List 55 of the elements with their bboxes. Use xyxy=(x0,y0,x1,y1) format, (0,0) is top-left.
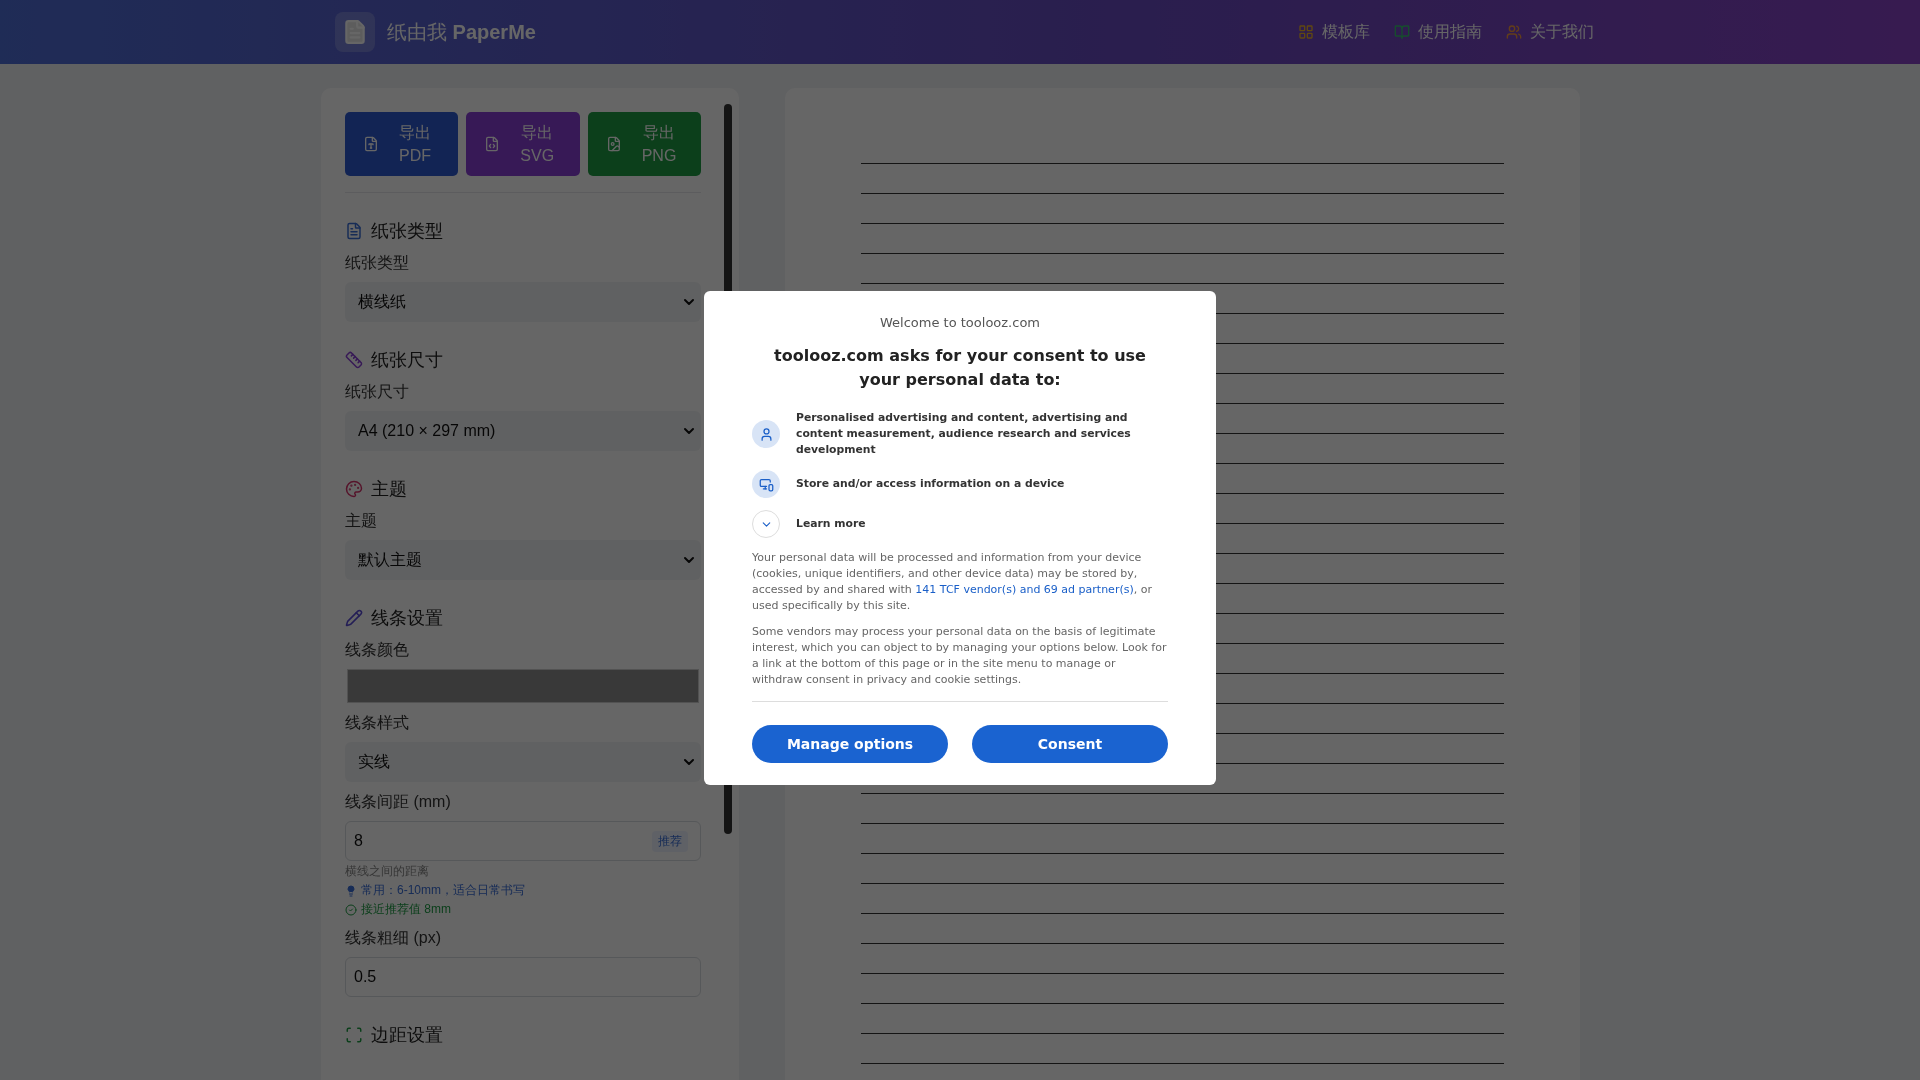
person-icon xyxy=(752,420,780,448)
manage-options-button[interactable]: Manage options xyxy=(752,725,948,763)
nav-link[interactable]: 模板库 xyxy=(1298,21,1370,43)
check-circle-icon xyxy=(345,903,357,916)
pencil-icon xyxy=(345,609,363,627)
field-label: 线条间距 (mm) xyxy=(345,792,452,812)
section-title: 线条设置 xyxy=(371,607,443,630)
file-icon xyxy=(345,222,363,240)
vendors-link[interactable]: 141 TCF vendor(s) and 69 ad partner(s) xyxy=(915,583,1134,596)
export-button[interactable]: 导出 SVG xyxy=(466,112,580,176)
ruler-icon xyxy=(345,351,363,369)
field-label: 纸张类型 xyxy=(345,253,410,273)
dialog-subtitle: Welcome to toolooz.com xyxy=(879,315,1041,330)
code-file-icon xyxy=(484,136,501,152)
field-label: 线条粗细 (px) xyxy=(345,928,442,948)
nav-link[interactable]: 使用指南 xyxy=(1394,21,1482,43)
export-button[interactable]: 导出 PNG xyxy=(587,112,701,176)
select-field[interactable]: 横线纸 xyxy=(345,282,701,322)
select-field[interactable]: 实线 xyxy=(345,742,701,782)
devices-icon xyxy=(752,470,780,498)
nav-link[interactable]: 关于我们 xyxy=(1506,21,1594,43)
export-button[interactable]: 导出 PDF xyxy=(345,112,459,176)
recommend-badge[interactable]: 推荐 xyxy=(652,830,688,852)
consent-paragraph: Your personal data will be processed and information from your device (cookies, unique identifiers, and other device data) may be stored by, accessed by and shared with 141 TCF vendor(s) and 69 ad partner(s), or used specifically by this site. xyxy=(752,550,1153,614)
learn-more-link[interactable]: Learn more xyxy=(796,516,866,532)
field-label: 线条颜色 xyxy=(345,640,410,660)
select-field[interactable]: A4 (210 × 297 mm) xyxy=(345,411,701,451)
expand-icon xyxy=(345,1026,363,1044)
pdf-file-icon xyxy=(363,136,379,152)
field-label: 线条样式 xyxy=(345,713,410,733)
field-label: 纸张尺寸 xyxy=(345,382,410,402)
field-label: 主题 xyxy=(345,511,378,531)
section-title: 主题 xyxy=(371,478,407,501)
section-title: 纸张尺寸 xyxy=(371,349,443,372)
grid-icon xyxy=(1298,24,1314,40)
hint-text: 接近推荐值 8mm xyxy=(361,901,451,918)
lightbulb-icon xyxy=(345,884,357,897)
color-swatch[interactable] xyxy=(347,669,699,703)
chevron-down-icon[interactable] xyxy=(752,510,780,538)
dialog-title: toolooz.com asks for your consent to use your personal data to: xyxy=(773,345,1147,391)
users-icon xyxy=(1506,24,1522,40)
select-field[interactable]: 默认主题 xyxy=(345,540,701,580)
section-title: 纸张类型 xyxy=(371,220,443,243)
consent-paragraph: Some vendors may process your personal data on the basis of legitimate interest, which you can object to by managing your options below. Look for a link at the bottom of this page or in the site menu to manage or withdraw consent in privacy and cookie settings. xyxy=(752,624,1168,688)
site-logo-text[interactable]: 纸由我 PaperMe xyxy=(387,18,536,46)
book-icon xyxy=(1394,24,1410,40)
section-title: 边距设置 xyxy=(371,1024,443,1047)
consent-button[interactable]: Consent xyxy=(972,725,1168,763)
input-field[interactable]: 0.5 xyxy=(345,957,701,997)
purpose-text: Store and/or access information on a device xyxy=(796,476,1065,492)
input-field[interactable]: 8 推荐 xyxy=(345,821,701,861)
palette-icon xyxy=(345,480,363,498)
hint-text: 常用：6-10mm，适合日常书写 xyxy=(361,882,525,899)
image-file-icon xyxy=(605,136,622,152)
purpose-text: Personalised advertising and content, advertising and content measurement, audience research and services development xyxy=(796,410,1132,458)
